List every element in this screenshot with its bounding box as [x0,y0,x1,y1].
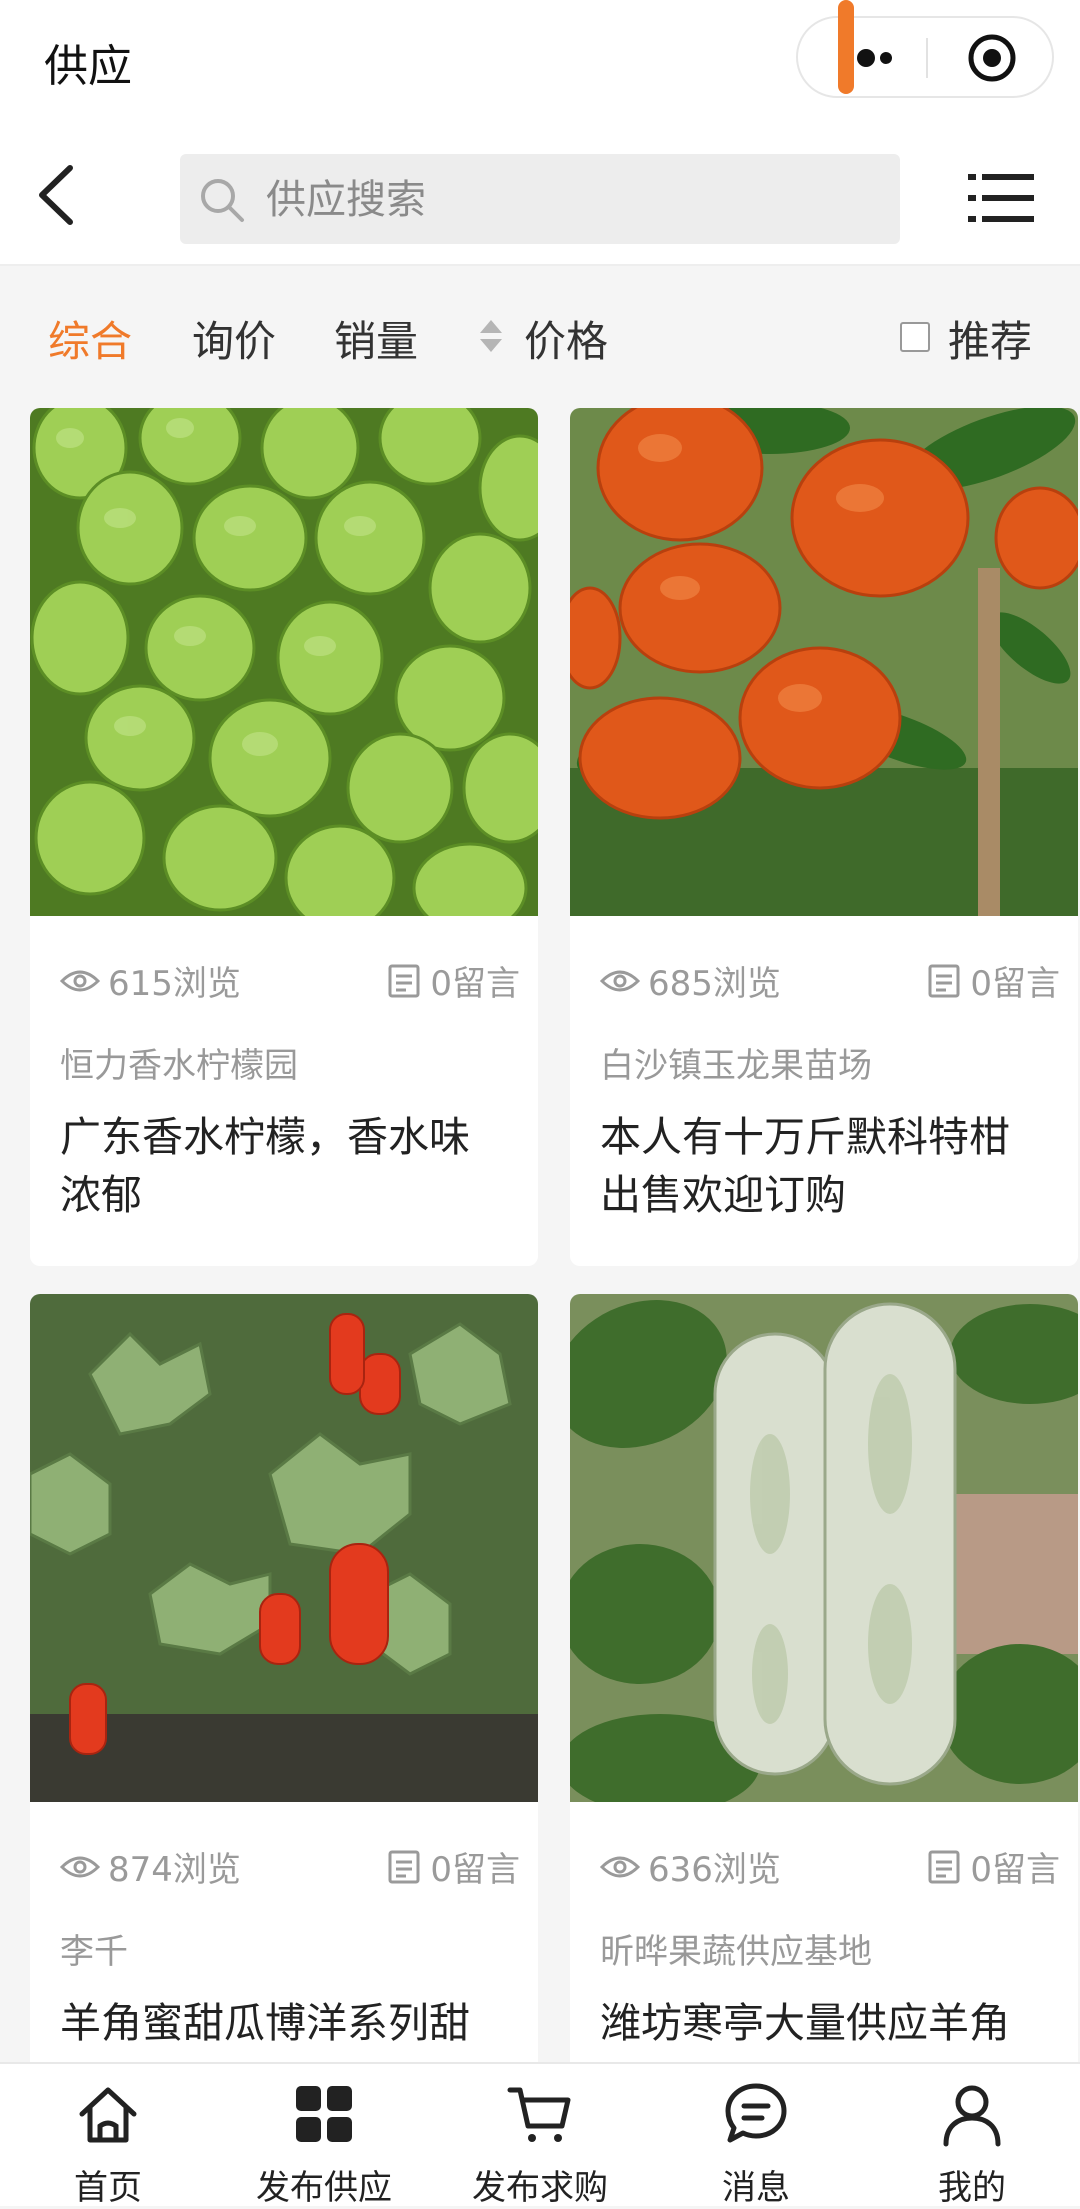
tab-publish-purchase[interactable]: 发布求购 [432,2064,648,2208]
tab-label: 我的 [938,2168,1006,2208]
back-icon[interactable] [28,160,88,230]
grid-icon [296,2086,352,2142]
product-image-tangerines [570,408,1078,916]
filter-sales[interactable]: 销量 [334,308,418,369]
tab-label: 发布求购 [472,2168,608,2208]
tab-messages[interactable]: 消息 [648,2064,864,2208]
view-count: 685浏览 [648,964,781,1004]
user-icon [943,2085,1001,2147]
filter-inquiry[interactable]: 询价 [192,308,276,369]
bottom-tab-bar: 首页 发布供应 发布求购 消息 我的 [0,2062,1080,2208]
seller-name: 昕晔果蔬供应基地 [600,1932,872,1972]
card-stats: 636浏览 0留言 [600,1842,1060,1890]
close-target-icon[interactable] [966,32,1018,84]
product-image-melon-plants [30,1294,538,1802]
product-card[interactable]: 685浏览 0留言 白沙镇玉龙果苗场 本人有十万斤默科特柑出售欢迎订购 [570,408,1078,1266]
product-card[interactable]: 615浏览 0留言 恒力香水柠檬园 广东香水柠檬，香水味浓郁 [30,408,538,1266]
view-count: 874浏览 [108,1850,241,1890]
comment-count: 0留言 [970,964,1060,1004]
eye-icon [600,1856,640,1877]
sort-arrows-icon [480,320,502,352]
view-count: 636浏览 [648,1850,781,1890]
tab-mine[interactable]: 我的 [864,2064,1080,2208]
home-icon [79,2087,137,2143]
menu-list-icon[interactable] [968,170,1034,226]
tab-publish-supply[interactable]: 发布供应 [216,2064,432,2208]
product-title[interactable]: 广东香水柠檬，香水味浓郁 [60,1108,510,1224]
product-image-lemons [30,408,538,916]
product-card[interactable]: 636浏览 0留言 昕晔果蔬供应基地 潍坊寒亭大量供应羊角 [570,1294,1078,2152]
seller-name: 李千 [60,1932,128,1972]
card-stats: 615浏览 0留言 [60,956,520,1004]
orange-marker [838,0,854,94]
view-count: 615浏览 [108,964,241,1004]
comment-icon [388,1850,420,1883]
product-image-white-melons [570,1294,1078,1802]
filter-comprehensive[interactable]: 综合 [48,308,132,369]
capsule-divider [926,38,928,78]
app-title: 供应 [44,41,132,92]
card-stats: 685浏览 0留言 [600,956,1060,1004]
filter-recommend[interactable]: 推荐 [948,308,1032,369]
eye-icon [60,970,100,991]
tab-label: 发布供应 [256,2168,392,2208]
comment-icon [928,964,960,997]
tab-home[interactable]: 首页 [0,2064,216,2208]
product-card[interactable]: 874浏览 0留言 李千 羊角蜜甜瓜博洋系列甜 [30,1294,538,2152]
tab-label: 消息 [722,2168,790,2208]
comment-count: 0留言 [970,1850,1060,1890]
comment-icon [928,1850,960,1883]
eye-icon [60,1856,100,1877]
seller-name: 恒力香水柠檬园 [60,1046,298,1086]
comment-count: 0留言 [430,964,520,1004]
comment-count: 0留言 [430,1850,520,1890]
comment-icon [388,964,420,997]
product-title[interactable]: 潍坊寒亭大量供应羊角 [600,1994,1050,2052]
tab-label: 首页 [74,2168,142,2208]
search-bar [0,128,1080,266]
product-title[interactable]: 羊角蜜甜瓜博洋系列甜 [60,1994,510,2052]
filter-price[interactable]: 价格 [524,308,608,369]
product-title[interactable]: 本人有十万斤默科特柑出售欢迎订购 [600,1108,1050,1224]
search-icon [201,179,244,222]
mini-program-capsule [796,16,1054,98]
filter-bar: 综合 询价 销量 价格 推荐 [0,266,1080,400]
seller-name: 白沙镇玉龙果苗场 [600,1046,872,1086]
eye-icon [600,970,640,991]
chat-bubble-icon [725,2083,787,2143]
card-stats: 874浏览 0留言 [60,1842,520,1890]
search-box[interactable] [180,154,900,244]
search-input[interactable] [264,168,868,232]
recommend-checkbox[interactable] [900,322,930,352]
top-bar: 供应 [0,0,1080,128]
cart-icon [507,2087,571,2142]
